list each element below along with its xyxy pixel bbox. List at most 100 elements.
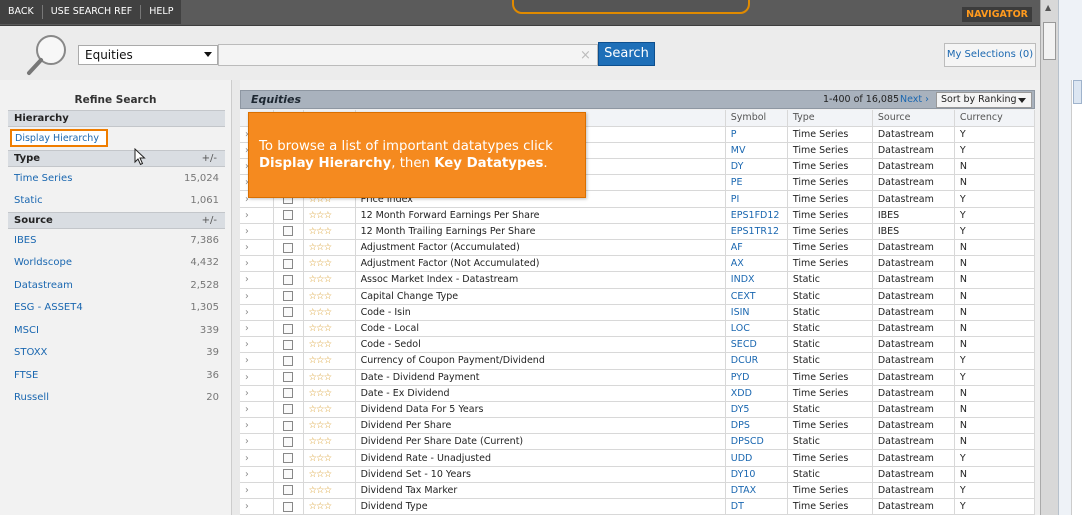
checkbox[interactable] [283, 242, 294, 253]
facet-static[interactable]: Static 1,061 [8, 190, 225, 213]
row-checkbox[interactable] [273, 433, 304, 451]
facet-label[interactable]: Russell [14, 392, 49, 403]
datatype-symbol[interactable]: DY10 [725, 466, 788, 483]
expand-icon[interactable]: › [240, 466, 274, 483]
datatype-name[interactable]: Date - Ex Dividend [355, 385, 726, 402]
facet-label[interactable]: STOXX [14, 347, 47, 358]
checkbox[interactable] [283, 388, 294, 399]
datatype-symbol[interactable]: AX [725, 255, 788, 273]
row-checkbox[interactable] [273, 223, 304, 241]
type-toggle[interactable]: +/- [202, 153, 217, 164]
datatype-name[interactable]: Capital Change Type [355, 288, 726, 305]
datatype-name[interactable]: Adjustment Factor (Not Accumulated) [355, 255, 726, 273]
checkbox[interactable] [283, 307, 294, 318]
facet-source[interactable]: STOXX 39 [8, 342, 225, 365]
datatype-name[interactable]: Dividend Per Share [355, 417, 726, 435]
datatype-symbol[interactable]: AF [725, 239, 788, 257]
datatype-name[interactable]: Dividend Set - 10 Years [355, 466, 726, 483]
facet-source[interactable]: IBES 7,386 [8, 229, 225, 252]
facet-label[interactable]: Time Series [14, 173, 72, 184]
datatype-name[interactable]: Dividend Rate - Unadjusted [355, 449, 726, 467]
datatype-symbol[interactable]: ISIN [725, 304, 788, 321]
table-row[interactable]: › ☆☆☆ Dividend Per Share DPS Time Series Data… [240, 417, 1036, 435]
checkbox[interactable] [283, 436, 294, 447]
facet-label[interactable]: ESG - ASSET4 [14, 302, 83, 313]
datatype-name[interactable]: Adjustment Factor (Accumulated) [355, 239, 726, 257]
checkbox[interactable] [283, 210, 294, 221]
expand-icon[interactable]: › [240, 304, 274, 321]
facet-label[interactable]: Static [14, 195, 43, 206]
datatype-symbol[interactable]: SECD [725, 336, 788, 354]
my-selections-button[interactable]: My Selections (0) [944, 43, 1036, 67]
checkbox[interactable] [283, 258, 294, 269]
table-row[interactable]: › ☆☆☆ Dividend Data For 5 Years DY5 Static Da… [240, 401, 1036, 419]
row-checkbox[interactable] [273, 482, 304, 500]
expand-icon[interactable]: › [240, 207, 274, 224]
table-row[interactable]: › ☆☆☆ Currency of Coupon Payment/Dividend D… [240, 352, 1036, 370]
table-row[interactable]: › ☆☆☆ Adjustment Factor (Accumulated) AF Tim… [240, 239, 1036, 257]
table-row[interactable]: › ☆☆☆ Code - Local LOC Static Datastream N [240, 320, 1036, 338]
datatype-symbol[interactable]: DTAX [725, 482, 788, 500]
table-row[interactable]: › ☆☆☆ Capital Change Type CEXT Static Datastr… [240, 288, 1036, 305]
facet-source[interactable]: ESG - ASSET4 1,305 [8, 297, 225, 320]
expand-icon[interactable]: › [240, 271, 274, 289]
checkbox[interactable] [283, 372, 294, 383]
datatype-symbol[interactable]: XDD [725, 385, 788, 402]
datatype-symbol[interactable]: DPSCD [725, 433, 788, 451]
expand-icon[interactable]: › [240, 223, 274, 241]
datatype-symbol[interactable]: DY [725, 158, 788, 176]
row-checkbox[interactable] [273, 304, 304, 321]
table-row[interactable]: › ☆☆☆ Adjustment Factor (Not Accumulated) A… [240, 255, 1036, 273]
table-row[interactable]: › ☆☆☆ Assoc Market Index - Datastream INDX S… [240, 271, 1036, 289]
checkbox[interactable] [283, 226, 294, 237]
datatype-symbol[interactable]: DY5 [725, 401, 788, 419]
row-checkbox[interactable] [273, 271, 304, 289]
row-checkbox[interactable] [273, 498, 304, 515]
sort-select[interactable]: Sort by Ranking [936, 92, 1032, 108]
datatype-symbol[interactable]: P [725, 126, 788, 143]
row-checkbox[interactable] [273, 207, 304, 224]
search-input[interactable] [218, 44, 598, 66]
checkbox[interactable] [283, 274, 294, 285]
table-row[interactable]: › ☆☆☆ Date - Ex Dividend XDD Time Series Data… [240, 385, 1036, 402]
expand-icon[interactable]: › [240, 417, 274, 435]
datatype-symbol[interactable]: EPS1TR12 [725, 223, 788, 241]
display-hierarchy-link[interactable]: Display Hierarchy [10, 129, 108, 147]
expand-icon[interactable]: › [240, 385, 274, 402]
table-row[interactable]: › ☆☆☆ Dividend Per Share Date (Current) DPS… [240, 433, 1036, 451]
scroll-thumb[interactable] [1043, 22, 1056, 60]
header-type[interactable]: Type [787, 110, 873, 127]
search-button[interactable]: Search [598, 42, 655, 66]
expand-icon[interactable]: › [240, 255, 274, 273]
expand-icon[interactable]: › [240, 482, 274, 500]
datatype-symbol[interactable]: INDX [725, 271, 788, 289]
checkbox[interactable] [283, 339, 294, 350]
facet-label[interactable]: IBES [14, 235, 36, 246]
row-checkbox[interactable] [273, 320, 304, 338]
checkbox[interactable] [283, 323, 294, 334]
table-row[interactable]: › ☆☆☆ 12 Month Trailing Earnings Per Share… [240, 223, 1036, 241]
facet-source[interactable]: Worldscope 4,432 [8, 252, 225, 275]
row-checkbox[interactable] [273, 369, 304, 386]
datatype-name[interactable]: Code - Local [355, 320, 726, 338]
checkbox[interactable] [283, 453, 294, 464]
facet-label[interactable]: FTSE [14, 370, 38, 381]
use-search-ref-link[interactable]: USE SEARCH REF [43, 5, 142, 19]
checkbox[interactable] [283, 501, 294, 512]
datatype-name[interactable]: Code - Sedol [355, 336, 726, 354]
checkbox[interactable] [283, 420, 294, 431]
row-checkbox[interactable] [273, 288, 304, 305]
table-row[interactable]: › ☆☆☆ Code - Sedol SECD Static Datastream N [240, 336, 1036, 354]
datatype-name[interactable]: Dividend Per Share Date (Current) [355, 433, 726, 451]
expand-icon[interactable]: › [240, 498, 274, 515]
checkbox[interactable] [283, 291, 294, 302]
expand-icon[interactable]: › [240, 401, 274, 419]
datatype-symbol[interactable]: DPS [725, 417, 788, 435]
expand-icon[interactable]: › [240, 336, 274, 354]
table-row[interactable]: › ☆☆☆ Dividend Rate - Unadjusted UDD Time Se… [240, 449, 1036, 467]
facet-label[interactable]: Worldscope [14, 257, 72, 268]
row-checkbox[interactable] [273, 336, 304, 354]
header-symbol[interactable]: Symbol [725, 110, 788, 127]
header-currency[interactable]: Currency [954, 110, 1036, 127]
datatype-name[interactable]: Dividend Data For 5 Years [355, 401, 726, 419]
